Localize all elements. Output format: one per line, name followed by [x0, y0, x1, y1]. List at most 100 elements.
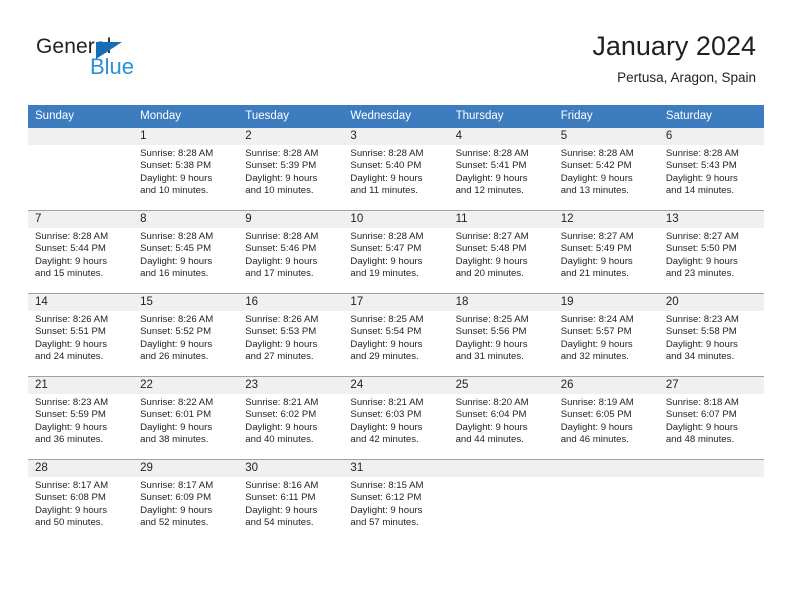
calendar-day-cell[interactable]: 15 Sunrise: 8:26 AM Sunset: 5:52 PM Dayligh…: [133, 293, 239, 377]
day-number: 4: [448, 128, 554, 145]
day-number: 26: [553, 377, 659, 394]
calendar-day-cell[interactable]: 30 Sunrise: 8:16 AM Sunset: 6:11 PM Dayligh…: [238, 459, 344, 542]
day-info-line: Daylight: 9 hours: [140, 338, 213, 350]
day-number: 5: [553, 128, 659, 145]
day-info-line: and 10 minutes.: [140, 185, 209, 197]
day-cell-content: 18 Sunrise: 8:25 AM Sunset: 5:56 PM Dayligh…: [448, 294, 554, 376]
day-info-line: Sunrise: 8:28 AM: [560, 148, 634, 159]
day-info-line: Daylight: 9 hours: [455, 172, 528, 184]
calendar-day-cell[interactable]: 19 Sunrise: 8:24 AM Sunset: 5:57 PM Dayligh…: [553, 293, 659, 377]
weekday-header-wednesday: Wednesday: [343, 105, 449, 128]
day-cell-content: 25 Sunrise: 8:20 AM Sunset: 6:04 PM Dayligh…: [448, 377, 554, 459]
calendar-day-cell[interactable]: 28 Sunrise: 8:17 AM Sunset: 6:08 PM Dayligh…: [28, 459, 134, 542]
calendar-day-cell[interactable]: 27 Sunrise: 8:18 AM Sunset: 6:07 PM Dayligh…: [658, 376, 764, 460]
day-info-line: Sunrise: 8:18 AM: [665, 397, 739, 408]
day-cell-content: 17 Sunrise: 8:25 AM Sunset: 5:54 PM Dayligh…: [343, 294, 449, 376]
day-info-line: Sunrise: 8:23 AM: [35, 397, 109, 408]
day-cell-content: [28, 128, 134, 210]
day-info-line: Sunset: 5:53 PM: [245, 326, 317, 338]
day-sun-info: Sunrise: 8:26 AM Sunset: 5:51 PM Daylight:…: [28, 311, 133, 364]
day-info-line: Sunset: 6:12 PM: [350, 492, 422, 504]
calendar-day-cell[interactable]: 21 Sunrise: 8:23 AM Sunset: 5:59 PM Dayligh…: [28, 376, 134, 460]
day-sun-info: Sunrise: 8:23 AM Sunset: 5:58 PM Daylight:…: [659, 311, 764, 364]
day-info-line: Daylight: 9 hours: [35, 504, 107, 516]
day-info-line: Daylight: 9 hours: [35, 255, 107, 267]
calendar-day-cell[interactable]: 2 Sunrise: 8:28 AM Sunset: 5:39 PM Daylight…: [238, 128, 344, 211]
day-info-line: Daylight: 9 hours: [665, 338, 738, 350]
calendar-day-cell[interactable]: 12 Sunrise: 8:27 AM Sunset: 5:49 PM Dayligh…: [553, 210, 659, 294]
general-blue-logo[interactable]: General Blue: [36, 36, 216, 84]
calendar-day-cell[interactable]: 1 Sunrise: 8:28 AM Sunset: 5:38 PM Daylight…: [133, 128, 239, 211]
calendar-day-cell[interactable]: 14 Sunrise: 8:26 AM Sunset: 5:51 PM Dayligh…: [28, 293, 134, 377]
day-cell-content: [553, 460, 659, 542]
calendar-day-cell[interactable]: 11 Sunrise: 8:27 AM Sunset: 5:48 PM Dayligh…: [448, 210, 554, 294]
day-number: 18: [448, 294, 554, 311]
day-info-line: Daylight: 9 hours: [35, 421, 107, 433]
calendar-day-cell[interactable]: 4 Sunrise: 8:28 AM Sunset: 5:41 PM Daylight…: [448, 128, 554, 211]
day-info-line: Sunrise: 8:15 AM: [350, 480, 424, 491]
day-number: 10: [343, 211, 449, 228]
day-number: 22: [133, 377, 239, 394]
calendar-day-cell[interactable]: 6 Sunrise: 8:28 AM Sunset: 5:43 PM Daylight…: [658, 128, 764, 211]
day-info-line: Sunrise: 8:28 AM: [140, 148, 214, 159]
calendar-day-cell[interactable]: 13 Sunrise: 8:27 AM Sunset: 5:50 PM Dayligh…: [658, 210, 764, 294]
day-cell-content: 20 Sunrise: 8:23 AM Sunset: 5:58 PM Dayligh…: [658, 294, 764, 376]
day-info-line: and 20 minutes.: [455, 268, 524, 280]
calendar-day-cell[interactable]: 3 Sunrise: 8:28 AM Sunset: 5:40 PM Daylight…: [343, 128, 449, 211]
calendar-day-cell[interactable]: 17 Sunrise: 8:25 AM Sunset: 5:54 PM Dayligh…: [343, 293, 449, 377]
day-number: 31: [343, 460, 449, 477]
calendar-day-cell[interactable]: 29 Sunrise: 8:17 AM Sunset: 6:09 PM Dayligh…: [133, 459, 239, 542]
calendar-day-cell[interactable]: 16 Sunrise: 8:26 AM Sunset: 5:53 PM Dayligh…: [238, 293, 344, 377]
day-info-line: Sunrise: 8:28 AM: [140, 231, 214, 242]
day-info-line: Sunrise: 8:25 AM: [350, 314, 424, 325]
day-info-line: Sunset: 5:59 PM: [35, 409, 106, 421]
day-info-line: Daylight: 9 hours: [140, 172, 213, 184]
calendar-day-cell[interactable]: 22 Sunrise: 8:22 AM Sunset: 6:01 PM Dayligh…: [133, 376, 239, 460]
calendar-day-cell[interactable]: 5 Sunrise: 8:28 AM Sunset: 5:42 PM Daylight…: [553, 128, 659, 211]
day-info-line: Sunset: 6:03 PM: [350, 409, 422, 421]
day-number: 27: [658, 377, 764, 394]
day-cell-content: [658, 460, 764, 542]
day-info-line: and 54 minutes.: [245, 517, 314, 529]
calendar-day-cell[interactable]: 10 Sunrise: 8:28 AM Sunset: 5:47 PM Dayligh…: [343, 210, 449, 294]
calendar-day-cell[interactable]: 9 Sunrise: 8:28 AM Sunset: 5:46 PM Daylight…: [238, 210, 344, 294]
day-sun-info: Sunrise: 8:28 AM Sunset: 5:45 PM Daylight:…: [133, 228, 238, 281]
day-cell-content: 9 Sunrise: 8:28 AM Sunset: 5:46 PM Daylight…: [238, 211, 344, 293]
day-info-line: Daylight: 9 hours: [350, 255, 423, 267]
day-sun-info: Sunrise: 8:27 AM Sunset: 5:50 PM Daylight:…: [659, 228, 764, 281]
day-cell-content: 31 Sunrise: 8:15 AM Sunset: 6:12 PM Dayligh…: [343, 460, 449, 542]
calendar-day-cell[interactable]: 26 Sunrise: 8:19 AM Sunset: 6:05 PM Dayligh…: [553, 376, 659, 460]
calendar-body: 1 Sunrise: 8:28 AM Sunset: 5:38 PM Daylight…: [28, 128, 764, 542]
calendar-day-cell[interactable]: 31 Sunrise: 8:15 AM Sunset: 6:12 PM Dayligh…: [343, 459, 449, 542]
day-sun-info: Sunrise: 8:28 AM Sunset: 5:40 PM Daylight:…: [343, 145, 448, 198]
day-cell-content: 29 Sunrise: 8:17 AM Sunset: 6:09 PM Dayligh…: [133, 460, 239, 542]
day-info-line: and 27 minutes.: [245, 351, 314, 363]
page-title: January 2024: [592, 31, 756, 61]
calendar-day-cell[interactable]: 25 Sunrise: 8:20 AM Sunset: 6:04 PM Dayligh…: [448, 376, 554, 460]
day-sun-info: Sunrise: 8:27 AM Sunset: 5:48 PM Daylight:…: [449, 228, 554, 281]
calendar-day-cell[interactable]: 18 Sunrise: 8:25 AM Sunset: 5:56 PM Dayligh…: [448, 293, 554, 377]
calendar-day-cell[interactable]: 23 Sunrise: 8:21 AM Sunset: 6:02 PM Dayligh…: [238, 376, 344, 460]
day-sun-info: Sunrise: 8:28 AM Sunset: 5:42 PM Daylight:…: [554, 145, 659, 198]
day-sun-info: Sunrise: 8:16 AM Sunset: 6:11 PM Daylight:…: [238, 477, 343, 530]
day-number: 1: [133, 128, 239, 145]
calendar-day-cell[interactable]: 20 Sunrise: 8:23 AM Sunset: 5:58 PM Dayligh…: [658, 293, 764, 377]
calendar-week-row: 7 Sunrise: 8:28 AM Sunset: 5:44 PM Daylight…: [28, 210, 764, 294]
calendar-day-cell[interactable]: 24 Sunrise: 8:21 AM Sunset: 6:03 PM Dayligh…: [343, 376, 449, 460]
day-info-line: and 13 minutes.: [560, 185, 629, 197]
day-info-line: Sunset: 5:44 PM: [35, 243, 106, 255]
day-cell-content: 3 Sunrise: 8:28 AM Sunset: 5:40 PM Daylight…: [343, 128, 449, 210]
day-info-line: Daylight: 9 hours: [140, 421, 213, 433]
day-sun-info: Sunrise: 8:25 AM Sunset: 5:56 PM Daylight:…: [449, 311, 554, 364]
day-info-line: Sunset: 5:49 PM: [560, 243, 632, 255]
page-header: General Blue January 2024 Pertusa, Arago…: [0, 0, 792, 100]
calendar-day-cell[interactable]: 7 Sunrise: 8:28 AM Sunset: 5:44 PM Daylight…: [28, 210, 134, 294]
weekday-header-row: Sunday Monday Tuesday Wednesday Thursday…: [28, 105, 764, 128]
day-info-line: and 16 minutes.: [140, 268, 209, 280]
calendar-day-cell[interactable]: 8 Sunrise: 8:28 AM Sunset: 5:45 PM Daylight…: [133, 210, 239, 294]
day-sun-info: Sunrise: 8:28 AM Sunset: 5:46 PM Daylight:…: [238, 228, 343, 281]
calendar-week-row: 21 Sunrise: 8:23 AM Sunset: 5:59 PM Dayligh…: [28, 376, 764, 460]
weekday-header-monday: Monday: [133, 105, 239, 128]
day-info-line: Sunrise: 8:28 AM: [245, 231, 319, 242]
day-sun-info: Sunrise: 8:17 AM Sunset: 6:08 PM Daylight:…: [28, 477, 133, 530]
